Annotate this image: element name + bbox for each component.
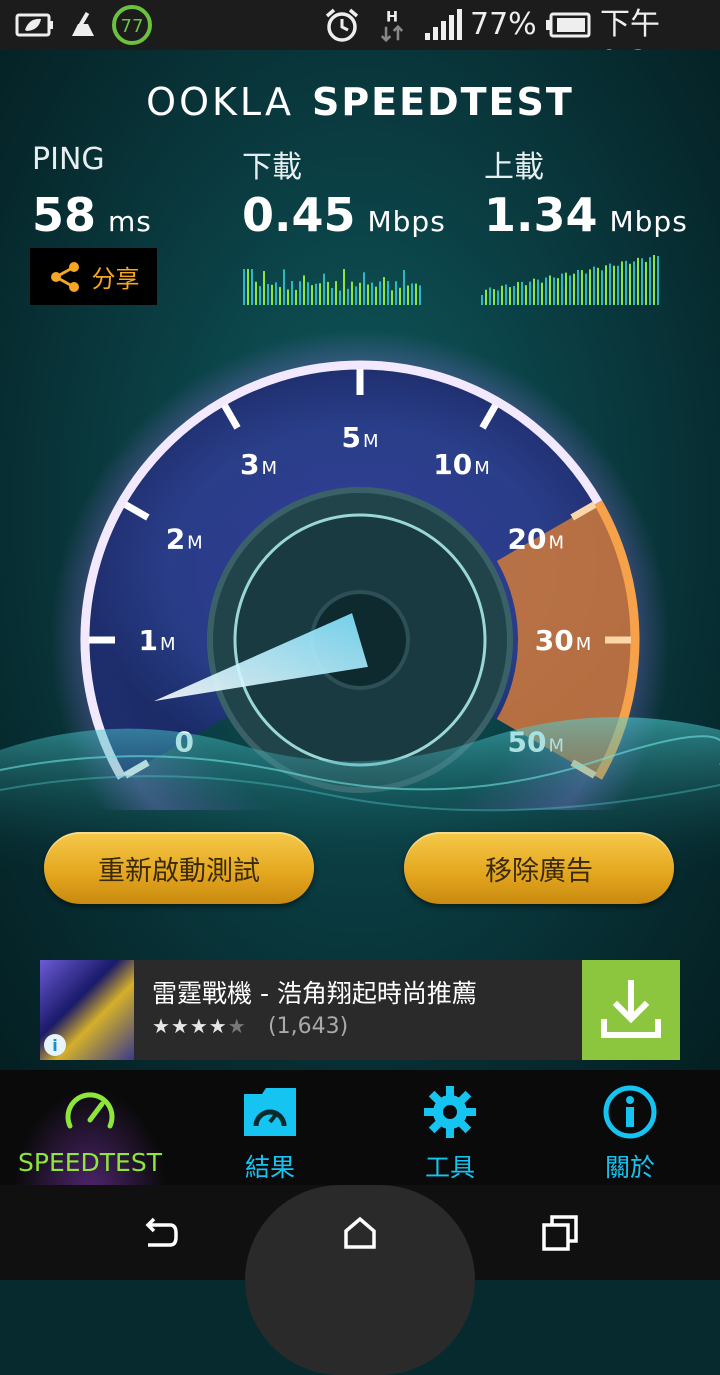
download-label: 下載	[242, 150, 302, 185]
badge-icon: 77	[110, 5, 154, 45]
upload-unit: Mbps	[609, 205, 688, 238]
download-value: 0.45	[242, 188, 356, 242]
ad-stars-empty: ★	[227, 1014, 247, 1038]
back-icon	[145, 1217, 178, 1247]
network-h-icon: H	[374, 8, 410, 42]
alarm-icon	[322, 8, 362, 42]
speedtest-screen: OOKLA SPEEDTEST PING 58 ms 下載 0.45 Mbps 上載 …	[0, 50, 720, 1070]
download-sparkline	[243, 269, 421, 305]
battery-icon	[544, 8, 592, 42]
gear-icon	[424, 1086, 476, 1138]
tab-tools[interactable]: 工具	[360, 1070, 540, 1185]
battery-percent: 77%	[470, 7, 537, 42]
brand-speedtest: SPEEDTEST	[311, 80, 574, 124]
download-value-row: 0.45 Mbps	[242, 188, 446, 242]
cleaner-icon	[66, 8, 100, 42]
share-button[interactable]: 分享	[30, 248, 157, 305]
info-icon	[603, 1085, 657, 1139]
home-icon	[344, 1216, 376, 1249]
share-icon	[50, 261, 79, 292]
ad-rating-count: (1,643)	[268, 1014, 349, 1039]
badge-text: 77	[121, 16, 144, 37]
ping-value-row: 58 ms	[32, 188, 152, 242]
tab-tools-label: 工具	[424, 1153, 475, 1182]
home-button[interactable]	[300, 1185, 420, 1280]
recents-icon	[542, 1214, 578, 1251]
tab-results[interactable]: 結果	[180, 1070, 360, 1185]
ad-download-button[interactable]	[582, 960, 680, 1060]
tab-speedtest[interactable]: SPEEDTEST	[0, 1070, 180, 1185]
upload-label: 上載	[484, 150, 544, 185]
battery-saver-icon	[14, 8, 56, 42]
upload-value-row: 1.34 Mbps	[484, 188, 688, 242]
ad-info-icon[interactable]: i	[44, 1034, 66, 1056]
folder-gauge-icon	[244, 1088, 296, 1136]
tab-about-label: 關於	[604, 1153, 655, 1182]
recents-button[interactable]	[500, 1185, 620, 1280]
upload-value: 1.34	[484, 188, 598, 242]
ping-unit: ms	[108, 205, 152, 238]
ad-app-icon: i	[40, 960, 134, 1060]
system-nav-bar	[0, 1185, 720, 1375]
ad-title: 雷霆戰機 - 浩角翔起時尚推薦	[152, 979, 477, 1008]
svg-text:H: H	[386, 10, 398, 26]
back-button[interactable]	[100, 1185, 220, 1280]
download-icon	[601, 980, 661, 1038]
app-logo: OOKLA SPEEDTEST	[0, 80, 720, 124]
ping-value: 58	[32, 188, 97, 242]
restart-test-button[interactable]: 重新啟動測試	[44, 832, 314, 904]
ad-stars-filled: ★★★★	[152, 1014, 228, 1038]
tab-speedtest-label: SPEEDTEST	[18, 1148, 162, 1177]
speedometer-icon	[65, 1092, 115, 1129]
download-unit: Mbps	[367, 205, 446, 238]
upload-sparkline	[481, 255, 659, 305]
ad-banner[interactable]: i 雷霆戰機 - 浩角翔起時尚推薦 ★★★★★ (1,643)	[40, 960, 680, 1060]
status-bar: 77 H 77% 下午9:37	[0, 0, 720, 80]
brand-ookla: OOKLA	[146, 80, 294, 124]
ping-label: PING	[32, 142, 105, 177]
signal-icon	[422, 8, 464, 42]
ad-rating-stars: ★★★★★	[152, 1014, 247, 1038]
bottom-tab-bar: SPEEDTEST 結果 工具 關於	[0, 1070, 720, 1185]
tab-about[interactable]: 關於	[540, 1070, 720, 1185]
share-label: 分享	[91, 265, 140, 293]
tab-results-label: 結果	[244, 1153, 295, 1182]
remove-ads-button[interactable]: 移除廣告	[404, 832, 674, 904]
